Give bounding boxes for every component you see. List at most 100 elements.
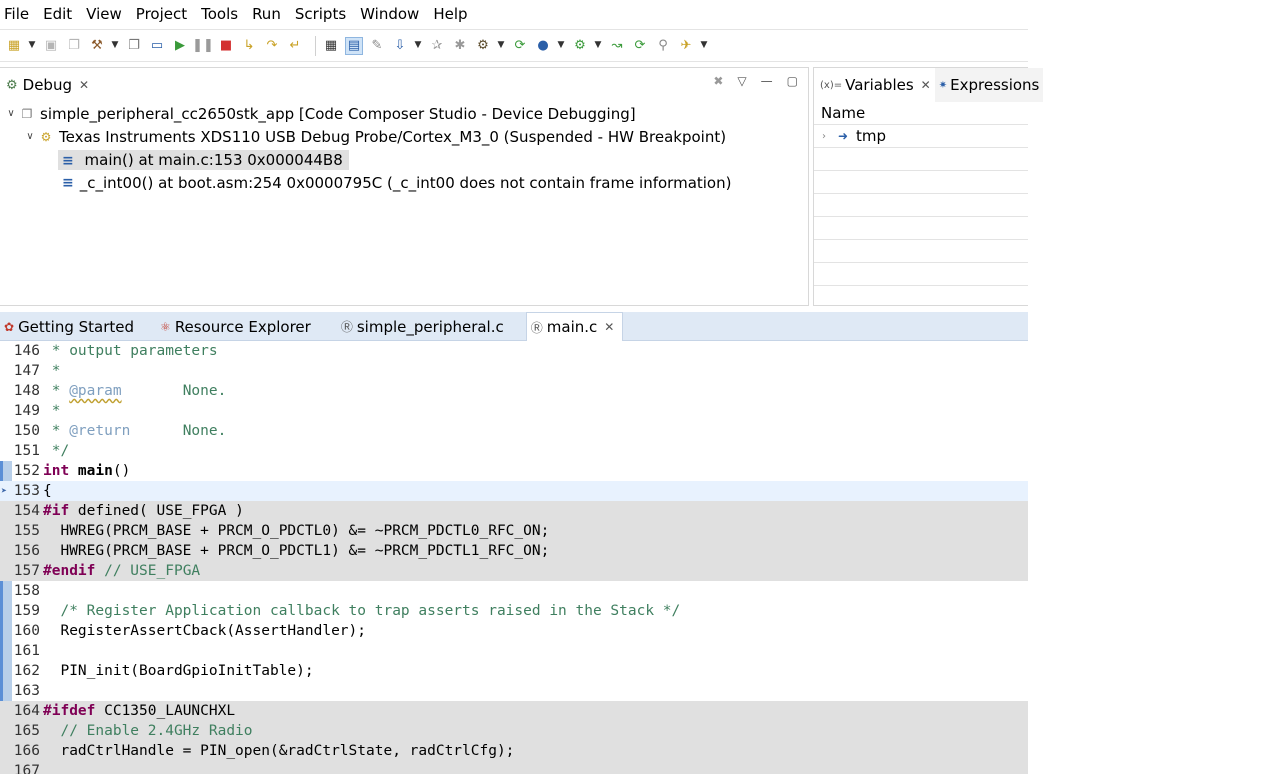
step-icon[interactable]: ↝ — [608, 37, 626, 55]
menu-file[interactable]: File — [4, 5, 29, 23]
registers-icon[interactable]: ▤ — [345, 36, 363, 55]
tree-row-frame[interactable]: ≡ main() at main.c:153 0x000044B8 — [0, 148, 808, 171]
step-return-icon[interactable]: ↵ — [286, 37, 304, 55]
build-icon[interactable]: ⚒ — [88, 37, 106, 55]
chevron-down-icon[interactable]: ▼ — [414, 37, 422, 55]
step-into-icon[interactable]: ↳ — [240, 37, 258, 55]
disconnect-icon[interactable]: ✰ — [428, 37, 446, 55]
suspend-icon[interactable]: ❚❚ — [192, 37, 214, 55]
chevron-down-icon[interactable]: ∨ — [23, 131, 37, 142]
console-icon[interactable]: ❐ — [125, 37, 143, 55]
code-line-current[interactable]: ➤ 153 { — [0, 481, 1028, 501]
load-program-icon[interactable]: ⇩ — [391, 37, 409, 55]
view-menu-icon[interactable]: ▽ — [737, 74, 746, 88]
preprocessor: #endif — [43, 563, 96, 579]
chevron-down-icon[interactable]: ▼ — [700, 37, 708, 55]
search-icon[interactable]: ⚲ — [654, 37, 672, 55]
tab-resource-explorer[interactable]: ⚛ Resource Explorer — [142, 312, 319, 341]
code-line[interactable]: 147 * — [0, 361, 1028, 381]
tab-label: main.c — [546, 318, 598, 336]
chevron-down-icon[interactable]: ▼ — [497, 37, 505, 55]
code-line[interactable]: 161 — [0, 641, 1028, 661]
breakpoint-icon[interactable]: ✎ — [368, 37, 386, 55]
menu-help[interactable]: Help — [433, 5, 467, 23]
menu-scripts[interactable]: Scripts — [295, 5, 346, 23]
stack-frame-icon: ≡ — [62, 174, 74, 191]
terminate-icon[interactable]: ■ — [217, 37, 235, 55]
new-icon[interactable]: ▦ — [5, 37, 23, 55]
debug-icon[interactable]: ● — [534, 37, 552, 55]
code-editor[interactable]: 146 * output parameters 147 * 148 * @par… — [0, 341, 1028, 774]
chevron-down-icon[interactable]: ▼ — [111, 37, 119, 55]
code-line[interactable]: 150 * @return None. — [0, 421, 1028, 441]
doc-tag: @return — [69, 423, 131, 439]
tab-debug[interactable]: ⚙ Debug ✕ — [0, 68, 95, 102]
code-line-inactive[interactable]: 156 HWREG(PRCM_BASE + PRCM_O_PDCTL1) &= … — [0, 541, 1028, 561]
code-line[interactable]: 162 PIN_init(BoardGpioInitTable); — [0, 661, 1028, 681]
tab-simple-peripheral[interactable]: Ⓡ simple_peripheral.c — [319, 312, 512, 341]
target-icon[interactable]: ⟳ — [511, 37, 529, 55]
code-line[interactable]: 159 /* Register Application callback to … — [0, 601, 1028, 621]
tree-row-project[interactable]: ∨ ❐ simple_peripheral_cc2650stk_app [Cod… — [0, 102, 808, 125]
line-number: 149 — [13, 403, 40, 419]
menu-project[interactable]: Project — [136, 5, 187, 23]
code-line[interactable]: 149 * — [0, 401, 1028, 421]
step-over-icon[interactable]: ↷ — [263, 37, 281, 55]
menu-window[interactable]: Window — [360, 5, 419, 23]
close-icon[interactable]: ✕ — [921, 78, 931, 92]
tree-row-thread[interactable]: ∨ ⚙ Texas Instruments XDS110 USB Debug P… — [0, 125, 808, 148]
menu-tools[interactable]: Tools — [201, 5, 238, 23]
menu-view[interactable]: View — [86, 5, 122, 23]
close-icon[interactable]: ✕ — [604, 320, 614, 334]
line-number: 162 — [13, 663, 40, 679]
code-line-inactive[interactable]: 167 — [0, 761, 1028, 774]
resume-icon[interactable]: ▶ — [171, 37, 189, 55]
tools-icon[interactable]: ✈ — [677, 37, 695, 55]
memory-browser-icon[interactable]: ▦ — [322, 37, 340, 55]
code-line[interactable]: 160 RegisterAssertCback(AssertHandler); — [0, 621, 1028, 641]
reset-icon[interactable]: ✱ — [451, 37, 469, 55]
chevron-down-icon[interactable]: ∨ — [4, 108, 18, 119]
code-line[interactable]: 158 — [0, 581, 1028, 601]
chevron-down-icon[interactable]: ▼ — [594, 37, 602, 55]
remove-terminated-icon[interactable]: ✖ — [713, 74, 723, 88]
code-line-inactive[interactable]: 154 #if defined( USE_FPGA ) — [0, 501, 1028, 521]
tree-row-frame[interactable]: ≡ _c_int00() at boot.asm:254 0x0000795C … — [0, 171, 808, 194]
menu-edit[interactable]: Edit — [43, 5, 72, 23]
code-text: { — [43, 483, 52, 499]
code-line-inactive[interactable]: 157 #endif // USE_FPGA — [0, 561, 1028, 581]
code-line[interactable]: 152 int main() — [0, 461, 1028, 481]
code-line[interactable]: 148 * @param None. — [0, 381, 1028, 401]
code-line[interactable]: 151 */ — [0, 441, 1028, 461]
code-line[interactable]: 163 — [0, 681, 1028, 701]
variable-name: tmp — [856, 127, 887, 145]
code-text: HWREG(PRCM_BASE + PRCM_O_PDCTL0) &= ~PRC… — [43, 523, 550, 539]
tab-getting-started[interactable]: ✿ Getting Started — [0, 312, 142, 341]
empty-row — [814, 148, 1028, 171]
chevron-down-icon[interactable]: ▼ — [28, 37, 36, 55]
code-line-inactive[interactable]: 166 radCtrlHandle = PIN_open(&radCtrlSta… — [0, 741, 1028, 761]
restart-icon[interactable]: ⚙ — [474, 37, 492, 55]
code-line-inactive[interactable]: 165 // Enable 2.4GHz Radio — [0, 721, 1028, 741]
tab-main-c[interactable]: Ⓡ main.c ✕ — [525, 312, 624, 341]
run-icon[interactable]: ⚙ — [571, 37, 589, 55]
save-all-icon[interactable]: ❐ — [65, 37, 83, 55]
chevron-right-icon[interactable]: › — [822, 131, 838, 142]
tab-variables[interactable]: (x)= Variables ✕ — [816, 68, 935, 102]
variable-row[interactable]: › ➜ tmp — [814, 125, 1028, 148]
tab-expressions[interactable]: ✷ Expressions — [934, 68, 1044, 102]
code-line-inactive[interactable]: 164 #ifdef CC1350_LAUNCHXL — [0, 701, 1028, 721]
terminal-icon[interactable]: ▭ — [148, 37, 166, 55]
maximize-icon[interactable]: ▢ — [787, 74, 798, 88]
refresh-icon[interactable]: ⟳ — [631, 37, 649, 55]
code-line[interactable]: 146 * output parameters — [0, 341, 1028, 361]
code-line-inactive[interactable]: 155 HWREG(PRCM_BASE + PRCM_O_PDCTL0) &= … — [0, 521, 1028, 541]
stack-frame-icon: ≡ — [62, 152, 74, 169]
chevron-down-icon[interactable]: ▼ — [557, 37, 565, 55]
selected-frame[interactable]: ≡ main() at main.c:153 0x000044B8 — [58, 149, 349, 170]
close-icon[interactable]: ✕ — [79, 78, 89, 92]
minimize-icon[interactable]: — — [761, 74, 773, 88]
menu-run[interactable]: Run — [252, 5, 281, 23]
column-header-name[interactable]: Name — [814, 102, 1028, 125]
save-icon[interactable]: ▣ — [42, 37, 60, 55]
